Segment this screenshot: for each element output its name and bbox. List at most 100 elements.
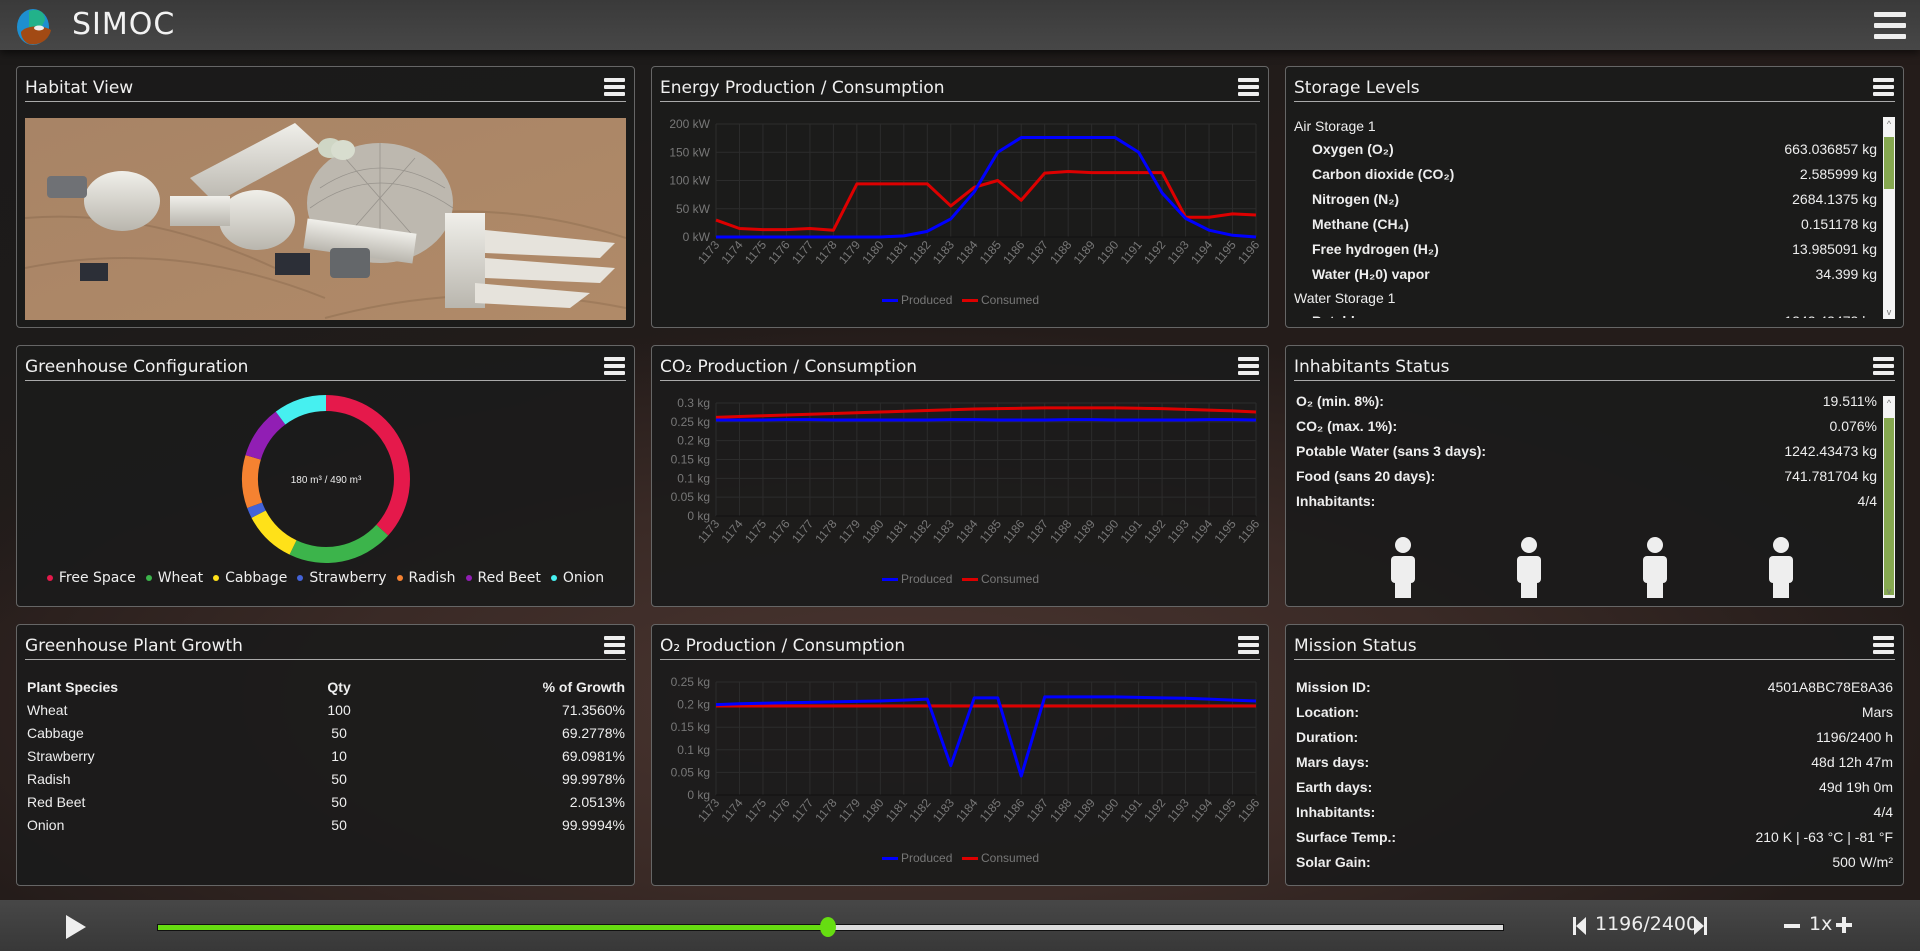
step-back-icon[interactable] bbox=[1573, 917, 1586, 935]
cell-growth: 69.0981% bbox=[561, 747, 625, 764]
legend-swatch bbox=[962, 578, 978, 581]
speed-decrease-button[interactable] bbox=[1784, 924, 1800, 929]
legend-label[interactable]: Consumed bbox=[981, 293, 1039, 307]
x-tick-label: 1179 bbox=[836, 517, 864, 546]
panel-menu-button[interactable] bbox=[604, 636, 625, 654]
x-tick-label: 1196 bbox=[1235, 796, 1263, 825]
y-tick-label: 0.1 kg bbox=[677, 743, 710, 757]
storage-label: Free hydrogen (H₂) bbox=[1312, 241, 1439, 257]
energy-chart-panel: Energy Production / Consumption 0 kW 50 k… bbox=[651, 66, 1269, 328]
x-tick-label: 1175 bbox=[742, 517, 770, 546]
table-row: Radish 50 99.9978% bbox=[27, 767, 625, 790]
mission-value: 49d 19h 0m bbox=[1819, 779, 1893, 795]
storage-scrollbar[interactable]: ^ v bbox=[1883, 117, 1895, 319]
legend-label[interactable]: Produced bbox=[901, 293, 952, 307]
cell-species: Strawberry bbox=[27, 747, 95, 764]
legend-item[interactable]: Onion bbox=[550, 570, 604, 586]
x-tick-label: 1187 bbox=[1024, 517, 1052, 546]
legend-item[interactable]: Free Space bbox=[46, 570, 136, 586]
storage-list[interactable]: Air Storage 1 Oxygen (O₂) 663.036857 kg C… bbox=[1294, 115, 1877, 318]
greenhouse-config-panel: Greenhouse Configuration 180 m³ / 490 m³… bbox=[16, 345, 635, 607]
inhabitants-scrollbar[interactable]: ^ v bbox=[1883, 396, 1895, 598]
legend-item[interactable]: Cabbage bbox=[213, 570, 287, 586]
mission-row: Location: Mars bbox=[1296, 700, 1893, 725]
legend-label[interactable]: Consumed bbox=[981, 572, 1039, 586]
divider bbox=[25, 101, 626, 102]
x-tick-label: 1188 bbox=[1047, 517, 1075, 546]
hamburger-icon-bar bbox=[1873, 85, 1894, 89]
scrollbar-thumb[interactable] bbox=[1884, 137, 1894, 189]
mission-row: Solar Gain: 500 W/m² bbox=[1296, 850, 1893, 875]
x-tick-label: 1175 bbox=[742, 796, 770, 825]
step-forward-icon[interactable] bbox=[1694, 917, 1707, 935]
panel-title: Storage Levels bbox=[1294, 78, 1420, 98]
co2-line-chart: 0 kg 0.05 kg 0.1 kg 0.15 kg 0.2 kg 0.25 kg 0.3… bbox=[671, 396, 1263, 586]
panel-menu-button[interactable] bbox=[1873, 78, 1894, 96]
y-tick-label: 0.2 kg bbox=[677, 698, 710, 712]
y-tick-label: 0.15 kg bbox=[671, 453, 710, 467]
y-tick-label: 0 kg bbox=[687, 788, 710, 802]
donut-slice-onion[interactable] bbox=[275, 395, 326, 425]
legend-item[interactable]: Strawberry bbox=[297, 570, 387, 586]
legend-label[interactable]: Produced bbox=[901, 851, 952, 865]
x-tick-label: 1179 bbox=[836, 238, 864, 267]
inhabitants-list: O₂ (min. 8%): 19.511% CO₂ (max. 1%): 0.076… bbox=[1296, 389, 1877, 514]
status-label: Food (sans 20 days): bbox=[1296, 468, 1436, 484]
x-tick-label: 1175 bbox=[742, 238, 770, 267]
speed-increase-button[interactable] bbox=[1836, 917, 1852, 933]
storage-label: Nitrogen (N₂) bbox=[1312, 191, 1400, 207]
x-tick-label: 1184 bbox=[953, 517, 981, 546]
mission-status-panel: Mission Status Mission ID: 4501A8BC78E8A3… bbox=[1285, 624, 1904, 886]
legend-item[interactable]: Red Beet bbox=[465, 570, 541, 586]
donut-slice-wheat[interactable] bbox=[289, 524, 389, 563]
x-tick-label: 1178 bbox=[812, 796, 840, 825]
table-row: Cabbage 50 69.2778% bbox=[27, 721, 625, 744]
divider bbox=[1294, 380, 1895, 381]
donut-slice-free-space[interactable] bbox=[326, 395, 411, 536]
scroll-down-icon[interactable]: v bbox=[1883, 586, 1895, 596]
main-menu-button[interactable] bbox=[1874, 12, 1906, 39]
greenhouse-donut-chart: 180 m³ / 490 m³ bbox=[242, 395, 411, 563]
legend-label[interactable]: Produced bbox=[901, 572, 952, 586]
mission-label: Earth days: bbox=[1296, 779, 1373, 795]
status-value: 4/4 bbox=[1857, 493, 1877, 509]
x-tick-label: 1176 bbox=[765, 238, 793, 267]
legend-item[interactable]: Radish bbox=[396, 570, 456, 586]
hamburger-icon-bar bbox=[1873, 643, 1894, 647]
panel-menu-button[interactable] bbox=[1873, 357, 1894, 375]
scrollbar-thumb[interactable] bbox=[1884, 418, 1894, 595]
storage-value: 663.036857 kg bbox=[1784, 141, 1877, 157]
storage-row: Carbon dioxide (CO₂) 2.585999 kg bbox=[1294, 162, 1877, 187]
mission-value: 4/4 bbox=[1873, 804, 1893, 820]
table-row: Strawberry 10 69.0981% bbox=[27, 744, 625, 767]
x-tick-label: 1183 bbox=[930, 517, 958, 546]
storage-group-title: Water Storage 1 bbox=[1294, 290, 1396, 306]
play-icon[interactable] bbox=[66, 915, 86, 939]
donut-slice-red-beet[interactable] bbox=[245, 411, 286, 460]
x-tick-label: 1190 bbox=[1094, 517, 1122, 546]
hamburger-icon-bar bbox=[1873, 92, 1894, 96]
scroll-down-icon[interactable]: v bbox=[1883, 307, 1895, 317]
legend-label[interactable]: Consumed bbox=[981, 851, 1039, 865]
column-header: % of Growth bbox=[542, 678, 625, 695]
scroll-up-icon[interactable]: ^ bbox=[1883, 398, 1895, 408]
legend-item[interactable]: Wheat bbox=[145, 570, 203, 586]
mission-value: 1196/2400 h bbox=[1816, 729, 1893, 745]
cell-growth: 99.9994% bbox=[561, 816, 625, 833]
donut-slice-cabbage[interactable] bbox=[251, 510, 297, 555]
panel-menu-button[interactable] bbox=[1873, 636, 1894, 654]
divider bbox=[25, 659, 626, 660]
x-tick-label: 1185 bbox=[977, 238, 1005, 267]
column-header: Qty bbox=[327, 678, 351, 695]
scroll-up-icon[interactable]: ^ bbox=[1883, 119, 1895, 129]
donut-slice-radish[interactable] bbox=[242, 455, 263, 509]
x-tick-label: 1186 bbox=[1000, 238, 1028, 267]
legend-dot bbox=[297, 575, 304, 581]
table-row: Red Beet 50 2.0513% bbox=[27, 790, 625, 813]
timeline-handle[interactable] bbox=[820, 917, 837, 937]
storage-row: Potable 1242.43473 kg bbox=[1294, 309, 1877, 318]
panel-menu-button[interactable] bbox=[604, 78, 625, 96]
cell-species: Cabbage bbox=[27, 724, 84, 741]
x-tick-label: 1193 bbox=[1165, 238, 1193, 267]
storage-row: Nitrogen (N₂) 2684.1375 kg bbox=[1294, 187, 1877, 212]
